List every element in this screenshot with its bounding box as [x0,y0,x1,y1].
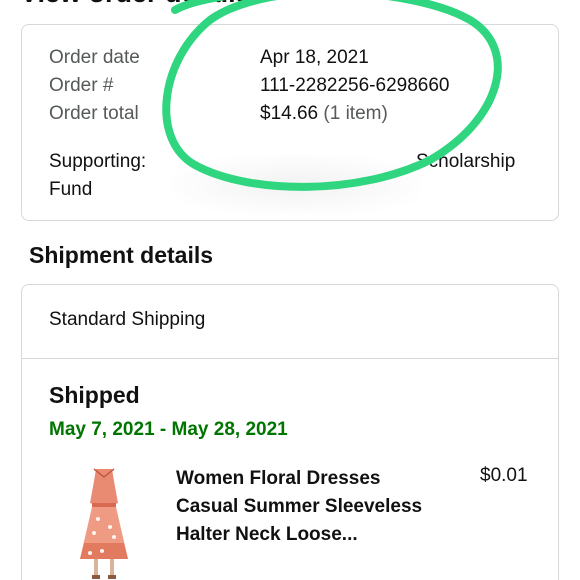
order-date-value: Apr 18, 2021 [260,47,369,68]
order-total-amount: $14.66 [260,103,319,124]
product-image[interactable] [68,463,140,580]
shipment-section-title: Shipment details [29,242,214,268]
delivery-date-range: May 7, 2021 - May 28, 2021 [49,419,288,440]
order-total-value: $14.66 (1 item) [260,103,388,125]
order-item-count: (1 item) [323,103,388,124]
order-summary-card: Order date Apr 18, 2021 Order # 111-2282… [21,24,559,221]
product-title-link[interactable]: Women Floral Dresses Casual Summer Sleev… [176,465,426,549]
page-title: View order details [20,0,251,9]
order-number-value: 111-2282256-6298660 [260,75,450,96]
shipment-status: Shipped [49,382,140,408]
supporting-label: Supporting: Fund [49,148,146,204]
supporting-charity-name: Scholarship [416,151,516,172]
product-price: $0.01 [480,465,528,486]
shipment-card: Standard Shipping Shipped May 7, 2021 - … [21,284,559,580]
redacted-area [172,155,422,215]
order-total-label: Order total [49,103,139,124]
supporting-label-line-2: Fund [49,179,93,200]
order-date-label: Order date [49,47,140,68]
supporting-label-line-1: Supporting: [49,151,147,172]
shipping-method: Standard Shipping [49,309,206,330]
order-number-label: Order # [49,75,114,96]
divider [22,358,558,359]
